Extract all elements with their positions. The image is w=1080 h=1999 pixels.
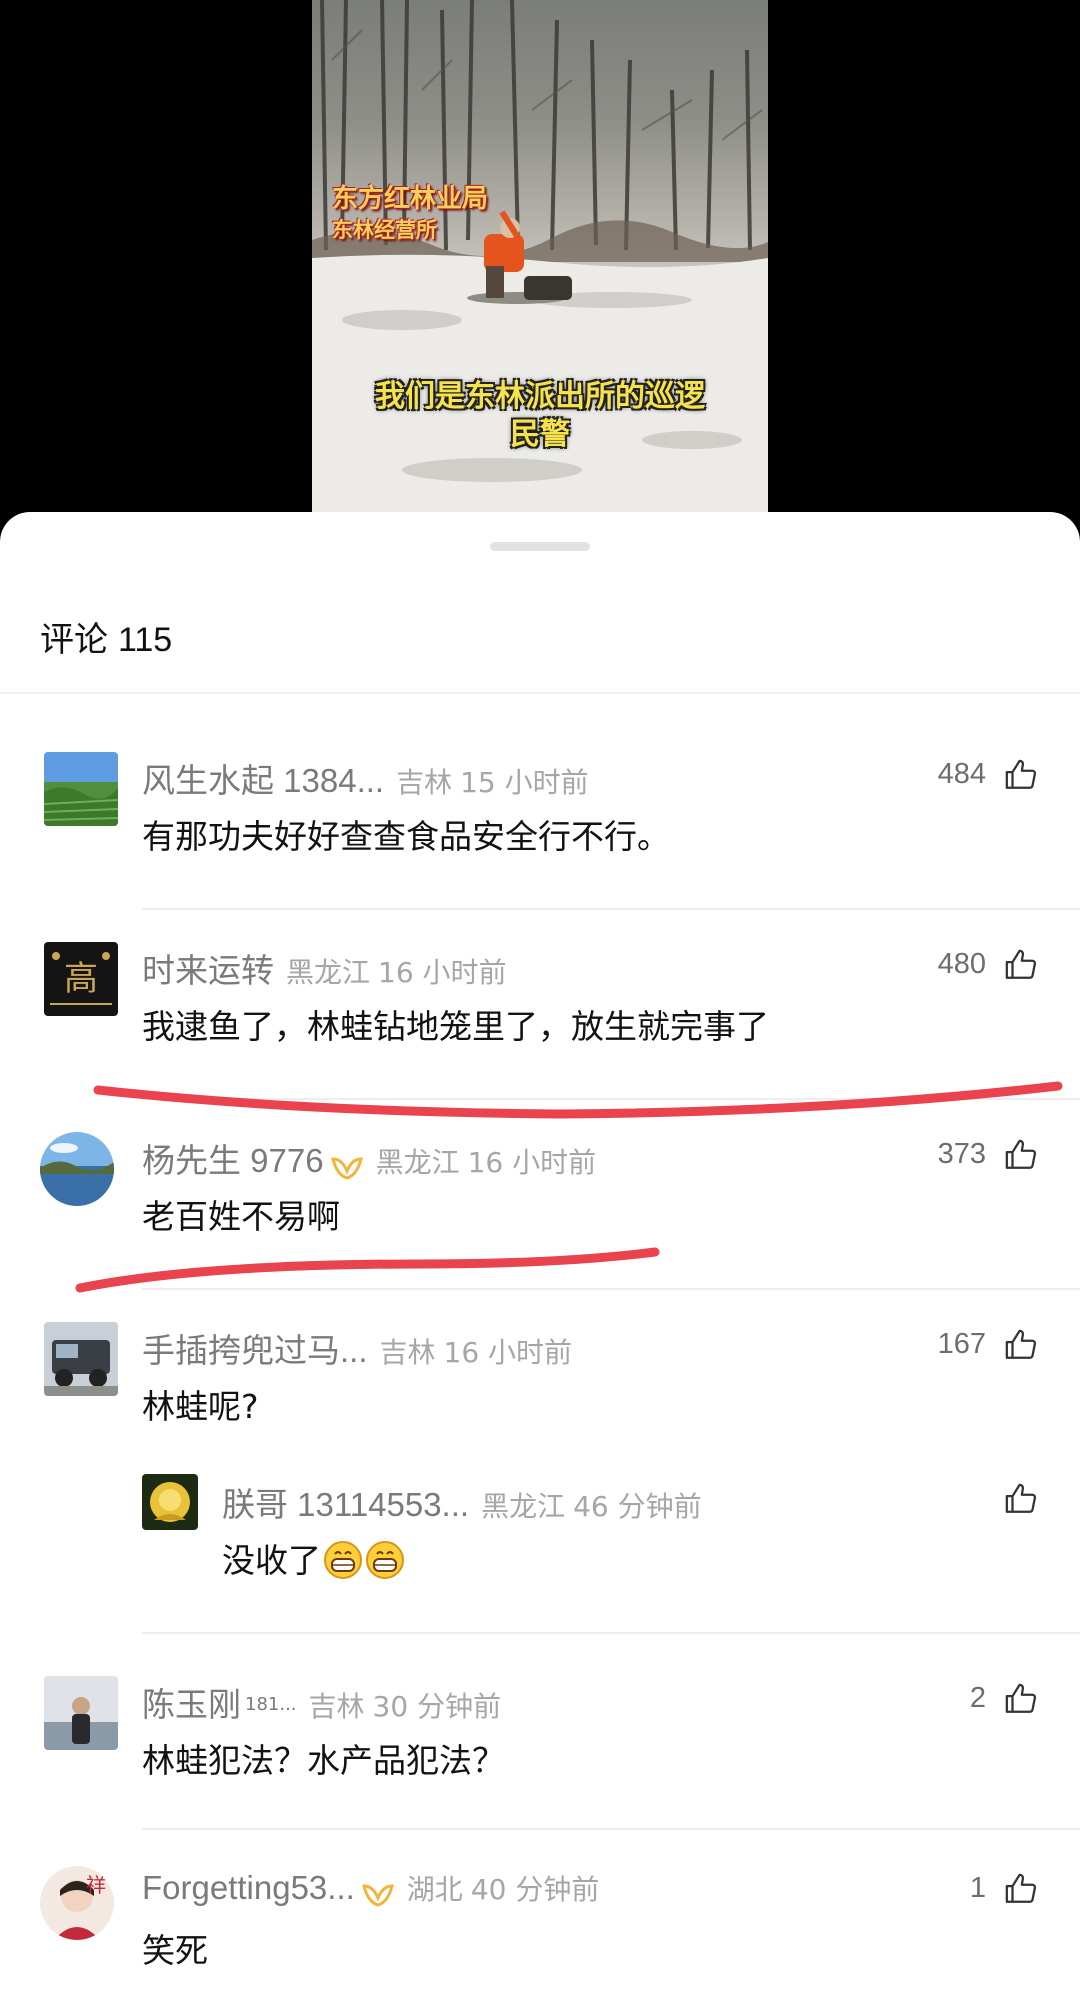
like-count: 167 [937,1328,986,1360]
comment-text: 老百姓不易啊 [142,1197,340,1236]
comment-location: 吉林 [308,1690,365,1723]
row-divider [142,908,1080,910]
vip-badge-icon [361,1883,394,1907]
comment-location: 吉林 [396,766,453,799]
thumb-up-icon[interactable] [1004,1482,1038,1516]
comment-time: 40 分钟前 [470,1873,600,1906]
comment-text: 林蛙呢? [142,1387,259,1426]
row-divider [142,1098,1080,1100]
comment-time: 46 分钟前 [573,1490,702,1523]
avatar[interactable] [40,1132,114,1206]
comment-meta: Forgetting53... 湖北 40 分钟前 [142,1868,599,1908]
comment-text: 没收了 [222,1534,405,1582]
comment-location: 湖北 [406,1873,463,1906]
grin-emoji-icon [366,1541,404,1579]
avatar[interactable]: 祥 [40,1866,114,1940]
comment-text: 我逮鱼了，林蛙钻地笼里了，放生就完事了 [142,1007,769,1046]
comment-text: 林蛙犯法？水产品犯法？ [142,1741,505,1780]
comment-time: 16 小时前 [378,956,507,989]
comment-time: 15 小时前 [460,766,589,799]
grin-emoji-icon [324,1541,362,1579]
thumb-up-icon[interactable] [1004,1138,1038,1172]
thumb-up-icon[interactable] [1004,758,1038,792]
comment-text: 有那功夫好好查查食品安全行不行。 [142,817,670,856]
comment-meta: 杨先生 9776 黑龙江 16 小时前 [142,1134,596,1182]
comment-time: 30 分钟前 [372,1690,502,1723]
comment-count: 115 [118,621,173,659]
watermark-line2: 东林经营所 [332,218,437,242]
avatar[interactable] [142,1474,198,1530]
username[interactable]: 陈玉刚 [142,1686,241,1723]
comment-location: 吉林 [379,1336,436,1369]
username[interactable]: 时来运转 [142,952,274,989]
avatar-char: 祥 [86,1873,106,1897]
username[interactable]: 朕哥 13114553... [222,1486,469,1523]
comment-time: 16 小时前 [443,1336,573,1369]
thumb-up-icon[interactable] [1004,1682,1038,1716]
username[interactable]: 风生水起 1384... [142,762,384,799]
reply-text: 没收了 [222,1541,321,1580]
video-scene [312,0,768,540]
avatar-char: 高 [64,959,98,999]
avatar[interactable] [44,752,118,826]
video-frame[interactable]: 东方红林业局 东林经营所 我们是东林派出所的巡逻 民警 [312,0,768,540]
username[interactable]: Forgetting53... [142,1869,355,1906]
username[interactable]: 手插挎兜过马... [142,1332,368,1369]
username[interactable]: 杨先生 9776 [142,1142,324,1179]
avatar[interactable] [44,1676,118,1750]
comments-title: 评论 115 [40,612,172,661]
thumb-up-icon[interactable] [1004,1328,1038,1362]
row-divider [142,1828,1080,1830]
like-count: 480 [937,948,986,980]
comment-meta: 风生水起 1384... 吉林 15 小时前 [142,754,589,802]
like-count: 2 [969,1682,986,1714]
video-subtitle: 我们是东林派出所的巡逻 民警 [312,378,768,454]
comment-meta: 陈玉刚 181... 吉林 30 分钟前 [142,1678,501,1726]
annotation-underline [75,1247,660,1293]
drag-handle[interactable] [490,542,590,551]
avatar[interactable]: 高 [44,942,118,1016]
watermark-line1: 东方红林业局 [332,184,489,214]
comment-time: 16 小时前 [467,1146,597,1179]
subtitle-line1: 我们是东林派出所的巡逻 [375,379,705,414]
like-count: 484 [937,758,986,790]
row-divider [142,1288,1080,1290]
comment-meta: 朕哥 13114553... 黑龙江 46 分钟前 [222,1478,702,1526]
vip-badge-icon [330,1156,363,1180]
avatar[interactable] [44,1322,118,1396]
row-divider [142,1632,1080,1634]
thumb-up-icon[interactable] [1004,948,1038,982]
comment-location: 黑龙江 [481,1490,566,1523]
comment-text: 笑死 [142,1931,208,1970]
subtitle-line2: 民警 [510,417,570,452]
comment-meta: 手插挎兜过马... 吉林 16 小时前 [142,1324,572,1372]
comment-sheet: 评论 115 风生水起 1384... 吉林 15 小时前 484 有那功夫好好查查食… [0,512,1080,1999]
thumb-up-icon[interactable] [1004,1872,1038,1906]
video-player[interactable]: 东方红林业局 东林经营所 我们是东林派出所的巡逻 民警 [0,0,1080,540]
comment-location: 黑龙江 [286,956,371,989]
comments-title-label: 评论 [40,621,108,659]
comment-location: 黑龙江 [375,1146,460,1179]
comment-meta: 时来运转 黑龙江 16 小时前 [142,944,507,992]
like-count: 373 [937,1138,986,1170]
username-suffix: 181... [245,1693,297,1715]
like-count: 1 [969,1872,986,1904]
annotation-underline [93,1081,1063,1119]
header-divider [0,692,1080,694]
